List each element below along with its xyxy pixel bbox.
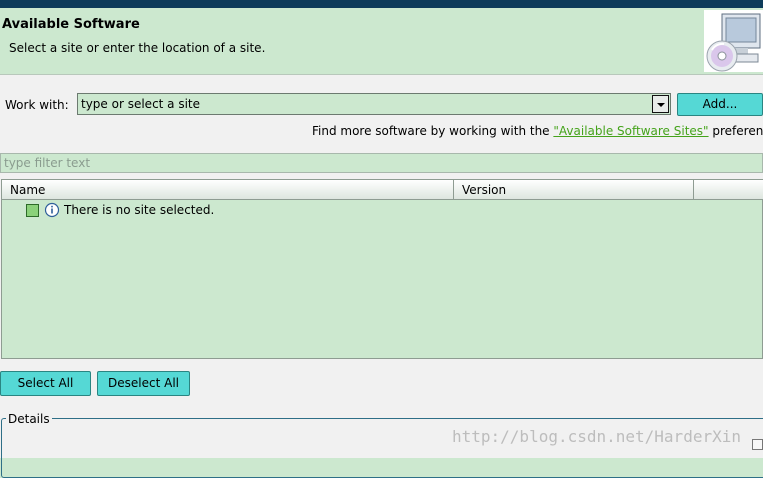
deselect-all-button[interactable]: Deselect All	[97, 371, 190, 396]
window-top-bar	[0, 0, 763, 8]
scrollbar-corner[interactable]	[752, 439, 763, 450]
no-site-message: There is no site selected.	[64, 203, 215, 217]
work-with-combo[interactable]: type or select a site	[77, 93, 671, 115]
work-with-value[interactable]: type or select a site	[81, 97, 200, 111]
more-software-suffix: preferences	[712, 124, 763, 138]
more-software-text: Find more software by working with the "…	[312, 124, 763, 138]
details-label: Details	[6, 412, 52, 426]
software-tree[interactable]: Name Version There is no site selected.	[1, 179, 763, 359]
watermark-text: http://blog.csdn.net/HarderXin	[452, 427, 741, 446]
available-software-sites-link[interactable]: "Available Software Sites"	[553, 124, 708, 138]
computer-cd-icon	[704, 10, 763, 72]
tree-header: Name Version	[2, 180, 763, 200]
wizard-header: Available Software Select a site or ente…	[0, 8, 763, 75]
chevron-down-icon	[657, 103, 665, 107]
page-title: Available Software	[2, 17, 140, 32]
combo-dropdown-button[interactable]	[652, 95, 669, 113]
column-header-extra[interactable]	[694, 180, 763, 199]
column-header-name[interactable]: Name	[2, 180, 454, 199]
info-icon	[44, 202, 60, 218]
work-with-label: Work with:	[5, 98, 69, 112]
filter-input[interactable]: type filter text	[0, 153, 763, 173]
add-button[interactable]: Add...	[677, 93, 763, 116]
column-header-version[interactable]: Version	[454, 180, 694, 199]
filter-placeholder: type filter text	[4, 156, 91, 170]
row-checkbox[interactable]	[26, 204, 39, 217]
page-subtitle: Select a site or enter the location of a…	[9, 41, 266, 55]
select-all-button[interactable]: Select All	[0, 371, 91, 396]
more-software-prefix: Find more software by working with the	[312, 124, 554, 138]
